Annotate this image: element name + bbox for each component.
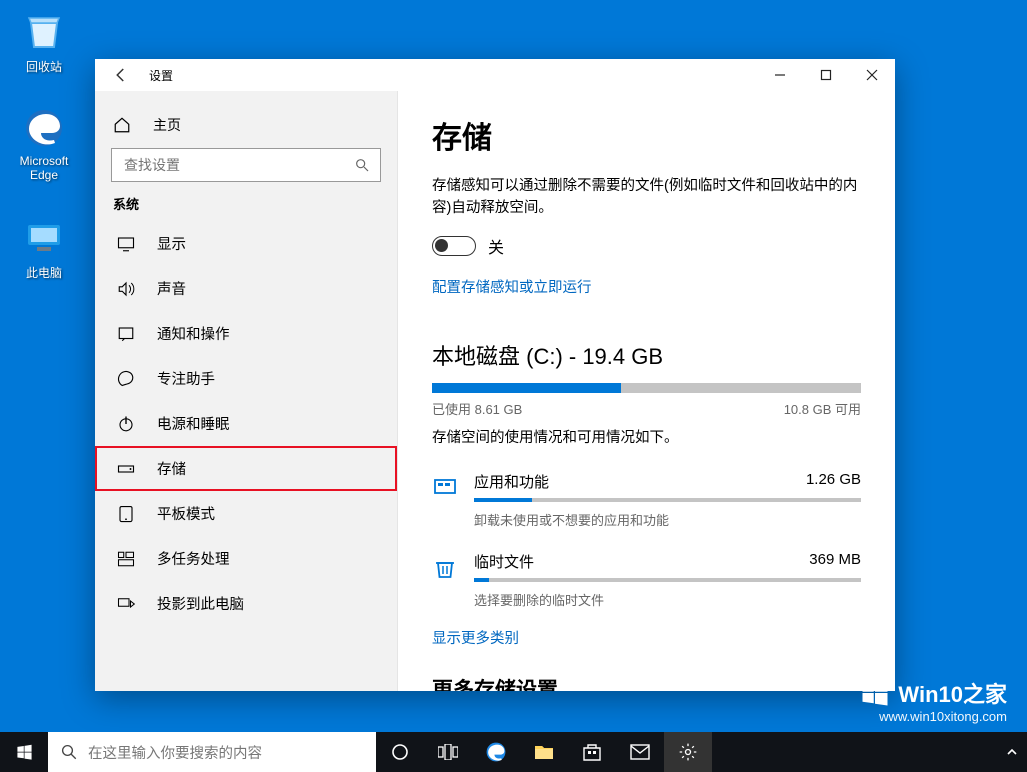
search-field[interactable] [122, 156, 354, 174]
taskbar-store-button[interactable] [568, 732, 616, 772]
more-settings-title: 更多存储设置 [432, 674, 861, 691]
sidebar-item-notifications[interactable]: 通知和操作 [95, 311, 397, 356]
category-apps[interactable]: 应用和功能 1.26 GB 卸载未使用或不想要的应用和功能 [432, 463, 861, 543]
sidebar-item-label: 专注助手 [157, 368, 215, 389]
tray-chevron-button[interactable] [997, 746, 1027, 758]
category-label: 临时文件 [474, 551, 534, 572]
sidebar-item-display[interactable]: 显示 [95, 221, 397, 266]
category-label: 应用和功能 [474, 471, 549, 492]
sidebar-item-power[interactable]: 电源和睡眠 [95, 401, 397, 446]
recycle-bin-icon [22, 10, 66, 54]
sidebar-item-label: 多任务处理 [157, 548, 230, 569]
sidebar-item-label: 显示 [157, 233, 186, 254]
close-button[interactable] [849, 59, 895, 91]
disk-used-label: 已使用 8.61 GB [432, 399, 522, 418]
sidebar-item-focus[interactable]: 专注助手 [95, 356, 397, 401]
page-title: 存储 [432, 113, 861, 157]
sidebar-item-tablet[interactable]: 平板模式 [95, 491, 397, 536]
multitask-icon [117, 550, 137, 568]
tablet-icon [117, 505, 137, 523]
settings-window: 设置 主页 [95, 59, 895, 691]
usage-desc: 存储空间的使用情况和可用情况如下。 [432, 426, 861, 447]
category-temp[interactable]: 临时文件 369 MB 选择要删除的临时文件 [432, 543, 861, 623]
sidebar-item-multitask[interactable]: 多任务处理 [95, 536, 397, 581]
desktop-icon-label: Microsoft Edge [20, 154, 69, 182]
sidebar-item-label: 通知和操作 [157, 323, 230, 344]
content-pane: 存储 存储感知可以通过删除不需要的文件(例如临时文件和回收站中的内容)自动释放空… [397, 91, 895, 691]
sidebar-home-label: 主页 [153, 115, 181, 135]
notify-icon [117, 325, 137, 343]
disk-title: 本地磁盘 (C:) - 19.4 GB [432, 339, 861, 371]
minimize-button[interactable] [757, 59, 803, 91]
sound-icon [117, 280, 137, 298]
sidebar-item-label: 声音 [157, 278, 186, 299]
task-view-button[interactable] [424, 732, 472, 772]
maximize-button[interactable] [803, 59, 849, 91]
search-input[interactable] [111, 148, 381, 182]
search-icon [60, 743, 78, 761]
sidebar-section-label: 系统 [95, 192, 397, 221]
sidebar-item-sound[interactable]: 声音 [95, 266, 397, 311]
toggle-label: 关 [488, 234, 504, 258]
taskbar-explorer-button[interactable] [520, 732, 568, 772]
taskbar-search-placeholder: 在这里输入你要搜索的内容 [88, 742, 262, 763]
window-title: 设置 [141, 67, 173, 84]
taskbar-settings-button[interactable] [664, 732, 712, 772]
project-icon [117, 595, 137, 613]
storage-sense-toggle[interactable] [432, 236, 476, 256]
apps-icon [432, 475, 458, 501]
storage-sense-desc: 存储感知可以通过删除不需要的文件(例如临时文件和回收站中的内容)自动释放空间。 [432, 175, 861, 220]
sidebar-item-label: 电源和睡眠 [157, 413, 230, 434]
sidebar-item-label: 存储 [157, 458, 186, 479]
search-icon [354, 157, 370, 173]
sidebar-item-label: 平板模式 [157, 503, 215, 524]
disk-free-label: 10.8 GB 可用 [784, 399, 861, 418]
sidebar-home[interactable]: 主页 [95, 105, 397, 145]
home-icon [113, 116, 135, 134]
focus-icon [117, 370, 137, 388]
sidebar-item-project[interactable]: 投影到此电脑 [95, 581, 397, 626]
show-more-link[interactable]: 显示更多类别 [432, 627, 861, 648]
sidebar-item-storage[interactable]: 存储 [95, 446, 397, 491]
category-size: 1.26 GB [806, 471, 861, 492]
category-sub: 选择要删除的临时文件 [474, 590, 861, 609]
desktop-icon-label: 此电脑 [26, 266, 62, 280]
sidebar: 主页 系统 显示 声音 [95, 91, 397, 691]
back-button[interactable] [101, 59, 141, 91]
desktop-icon-recycle-bin[interactable]: 回收站 [6, 10, 82, 75]
taskbar-mail-button[interactable] [616, 732, 664, 772]
configure-link[interactable]: 配置存储感知或立即运行 [432, 276, 861, 297]
edge-icon [22, 106, 66, 150]
taskbar: 在这里输入你要搜索的内容 [0, 732, 1027, 772]
start-button[interactable] [0, 732, 48, 772]
category-sub: 卸载未使用或不想要的应用和功能 [474, 510, 861, 529]
disk-usage-bar [432, 383, 861, 393]
display-icon [117, 235, 137, 253]
desktop-icon-label: 回收站 [26, 60, 62, 74]
watermark: Win10之家 www.win10xitong.com [860, 677, 1007, 724]
sidebar-item-label: 投影到此电脑 [157, 593, 244, 614]
category-size: 369 MB [809, 551, 861, 572]
desktop-icon-this-pc[interactable]: 此电脑 [6, 216, 82, 281]
trash-icon [432, 555, 458, 581]
storage-icon [117, 460, 137, 478]
taskbar-edge-button[interactable] [472, 732, 520, 772]
this-pc-icon [22, 216, 66, 260]
windows-logo-icon [860, 678, 890, 708]
titlebar: 设置 [95, 59, 895, 91]
cortana-button[interactable] [376, 732, 424, 772]
power-icon [117, 415, 137, 433]
desktop-icon-edge[interactable]: Microsoft Edge [6, 106, 82, 182]
taskbar-search[interactable]: 在这里输入你要搜索的内容 [48, 732, 376, 772]
